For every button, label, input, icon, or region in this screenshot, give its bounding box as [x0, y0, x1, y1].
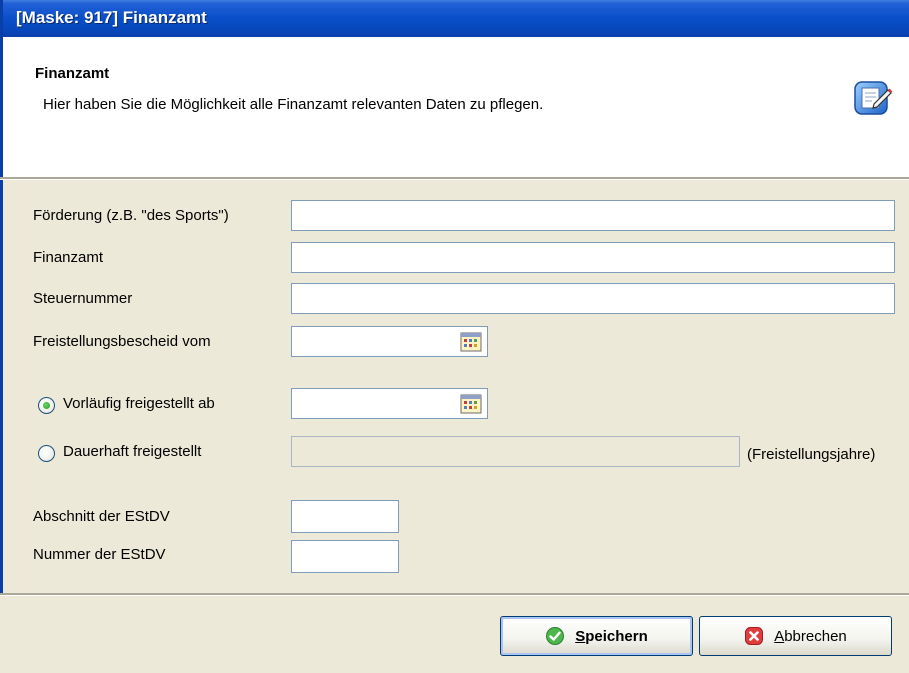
freistellungsjahre-suffix: (Freistellungsjahre) — [747, 446, 876, 463]
footer-separator — [0, 593, 909, 596]
foerderung-input[interactable] — [291, 200, 895, 231]
abschnitt-input[interactable] — [291, 500, 399, 533]
form-panel: Förderung (z.B. "des Sports") Finanzamt … — [0, 180, 909, 593]
vorlaeufig-date-input[interactable] — [291, 388, 488, 419]
cancel-button-label: Abbrechen — [774, 627, 847, 645]
edit-document-icon — [854, 81, 893, 115]
cancel-button[interactable]: Abbrechen — [699, 616, 892, 656]
calendar-icon[interactable] — [460, 332, 482, 352]
header-description: Hier haben Sie die Möglichkeit alle Fina… — [43, 96, 544, 113]
freistellungsbescheid-label: Freistellungsbescheid vom — [33, 333, 211, 350]
finanzamt-input[interactable] — [291, 242, 895, 273]
freistellungsbescheid-date-input[interactable] — [291, 326, 488, 357]
freistellungsjahre-input[interactable] — [291, 436, 740, 467]
save-button-label: Speichern — [575, 627, 648, 645]
steuernummer-input[interactable] — [291, 283, 895, 314]
abschnitt-label: Abschnitt der EStDV — [33, 508, 170, 525]
check-icon — [546, 627, 565, 645]
steuernummer-label: Steuernummer — [33, 290, 133, 307]
foerderung-label: Förderung (z.B. "des Sports") — [33, 207, 229, 224]
finanzamt-label: Finanzamt — [33, 249, 104, 266]
vorlaeufig-radio[interactable] — [38, 397, 55, 414]
nummer-input[interactable] — [291, 540, 399, 573]
header-panel: Finanzamt Hier haben Sie die Möglichkeit… — [0, 37, 909, 177]
vorlaeufig-label[interactable]: Vorläufig freigestellt ab — [63, 395, 215, 412]
window-title: [Maske: 917] Finanzamt — [16, 8, 207, 27]
header-title: Finanzamt — [35, 65, 110, 82]
save-button[interactable]: Speichern — [500, 616, 693, 656]
dauerhaft-label[interactable]: Dauerhaft freigestellt — [63, 443, 201, 460]
cancel-icon — [745, 627, 764, 645]
dauerhaft-radio[interactable] — [38, 445, 55, 462]
calendar-icon[interactable] — [460, 394, 482, 414]
nummer-label: Nummer der EStDV — [33, 546, 166, 563]
radio-selected-dot — [43, 402, 50, 409]
title-bar[interactable]: [Maske: 917] Finanzamt — [0, 0, 909, 37]
